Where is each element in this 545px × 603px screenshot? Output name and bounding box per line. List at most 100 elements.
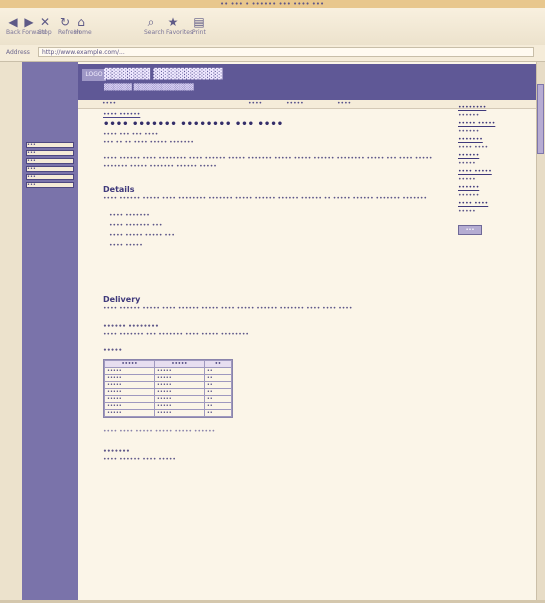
refresh-icon[interactable]: ↻ <box>58 15 72 29</box>
table-cell: •• <box>203 374 233 382</box>
favorites-label: Favorites <box>166 29 194 36</box>
meta-line-2: ••• •• •• •••• ••••• ••••••• <box>103 139 194 146</box>
meta-line-1: •••• ••• ••• •••• <box>103 131 159 138</box>
sidebar-button[interactable]: ••• <box>458 225 482 235</box>
footnote: •••• •••• ••••• ••••• ••••• •••••• <box>103 428 216 435</box>
subsection-paragraph: •••• ••••••• ••• ••••••• •••• ••••• ••••… <box>103 331 249 338</box>
nav-item-4[interactable]: ••• <box>26 166 74 172</box>
list-item: •••• ••••• <box>109 242 143 249</box>
table-cell: ••••• <box>104 402 155 410</box>
nav-item-6[interactable]: ••• <box>26 182 74 188</box>
nav-item-2[interactable]: ••• <box>26 150 74 156</box>
sidebar-item-3[interactable]: ••••• ••••• <box>458 120 540 128</box>
tab-2[interactable]: •••• <box>248 100 262 108</box>
table-cell: ••••• <box>153 381 205 389</box>
list-item: •••• ••••• ••••• ••• <box>109 232 175 239</box>
site-subtitle: ▓▓▓▓▓▓ ▓▓▓▓▓▓▓▓▓▓▓▓▓ <box>104 84 194 91</box>
data-table: ••••• ••••• •• ••••• ••••• •• ••••• ••••… <box>103 359 233 418</box>
table-cell: ••••• <box>153 374 205 382</box>
details-paragraph: •••• •••••• ••••• •••• •••••••• ••••••• … <box>103 195 427 202</box>
home-icon[interactable]: ⌂ <box>74 15 88 29</box>
sidebar-item-1[interactable]: •••••••• <box>458 104 540 112</box>
tab-4[interactable]: •••• <box>337 100 351 108</box>
table-row: ••••• ••••• •• <box>104 395 233 403</box>
section-paragraph: •••• •••••• ••••• •••• •••••• ••••• ••••… <box>103 305 353 312</box>
table-row: ••••• ••••• •• <box>104 402 233 410</box>
list-item: •••• ••••••• ••• <box>109 222 163 229</box>
table-header: •• <box>203 360 233 368</box>
table-cell: •• <box>203 381 233 389</box>
main-column: •••• •••••• •••• ••••••• •••••••• ••• ••… <box>103 111 439 464</box>
sidebar-item-9[interactable]: •••• ••••• <box>458 168 540 176</box>
favorites-icon[interactable]: ★ <box>166 15 180 29</box>
table-cell: ••••• <box>104 388 155 396</box>
subsection-heading: •••••• •••••••• <box>103 323 159 330</box>
sidebar-item-10: ••••• <box>458 176 476 183</box>
table-cell: ••••• <box>153 409 205 417</box>
print-icon[interactable]: ▤ <box>192 15 206 29</box>
site-title: ▓▓▓▓▓▓ ▓▓▓▓▓▓▓▓▓ <box>104 69 223 80</box>
scrollbar-thumb[interactable] <box>537 84 544 154</box>
table-cell: •• <box>203 409 233 417</box>
stop-icon[interactable]: ✕ <box>38 15 52 29</box>
intro-paragraph: •••• •••••• •••• •••••••• •••• •••••• ••… <box>103 155 433 170</box>
sidebar-item-4: •••••• <box>458 128 480 135</box>
stop-label: Stop <box>38 29 52 36</box>
section-heading: Delivery <box>103 295 141 304</box>
site-logo[interactable]: LOGO <box>82 69 106 81</box>
tab-3[interactable]: ••••• <box>286 100 304 108</box>
search-icon[interactable]: ⌕ <box>144 15 158 29</box>
table-cell: ••••• <box>104 381 155 389</box>
sidebar-item-2: •••••• <box>458 112 480 119</box>
forward-icon[interactable]: ▶ <box>22 15 36 29</box>
table-heading: ••••• <box>103 347 123 354</box>
sidebar-item-14: ••••• <box>458 208 476 215</box>
breadcrumb[interactable]: •••• •••••• <box>103 111 439 119</box>
back-icon[interactable]: ◀ <box>6 15 20 29</box>
window-title: •• ••• • •••••• ••• •••• ••• <box>220 0 325 8</box>
address-input[interactable]: http://www.example.com/... <box>38 47 534 57</box>
table-cell: ••••• <box>104 409 155 417</box>
table-cell: ••••• <box>153 388 205 396</box>
print-label: Print <box>192 29 206 36</box>
sidebar-item-5[interactable]: ••••••• <box>458 136 540 144</box>
footer-text: •••• •••••• •••• ••••• <box>103 456 176 463</box>
footer-heading: ••••••• <box>103 448 130 455</box>
table-cell: ••••• <box>153 395 205 403</box>
table-cell: ••••• <box>153 367 205 375</box>
table-cell: •• <box>203 388 233 396</box>
search-label: Search <box>144 29 165 36</box>
home-label: Home <box>74 29 92 36</box>
details-heading: Details <box>103 185 135 194</box>
left-navigation: ••• ••• ••• ••• ••• ••• <box>22 62 78 603</box>
list-item: •••• ••••••• <box>109 212 150 219</box>
right-sidebar: •••••••• •••••• ••••• ••••• •••••• •••••… <box>458 104 540 235</box>
sidebar-item-8: ••••• <box>458 160 476 167</box>
table-cell: ••••• <box>153 402 205 410</box>
nav-item-5[interactable]: ••• <box>26 174 74 180</box>
nav-item-1[interactable]: ••• <box>26 142 74 148</box>
browser-side-rail <box>0 62 23 603</box>
table-cell: ••••• <box>104 395 155 403</box>
details-list: •••• ••••••• •••• ••••••• ••• •••• •••••… <box>103 211 439 251</box>
nav-item-3[interactable]: ••• <box>26 158 74 164</box>
back-label: Back <box>6 29 21 36</box>
sidebar-item-12: •••••• <box>458 192 480 199</box>
sidebar-item-7[interactable]: •••••• <box>458 152 540 160</box>
table-header: ••••• <box>153 360 205 368</box>
tab-1[interactable]: •••• <box>102 100 116 108</box>
table-row: ••••• ••••• •• <box>104 381 233 389</box>
address-label: Address <box>6 49 30 56</box>
table-cell: ••••• <box>104 367 155 375</box>
table-row: ••••• ••••• •• <box>104 388 233 396</box>
table-header: ••••• <box>104 360 155 368</box>
table-cell: •• <box>203 402 233 410</box>
sidebar-item-13[interactable]: •••• •••• <box>458 200 540 208</box>
page-title: •••• ••••••• •••••••• ••• •••• <box>103 119 284 130</box>
sidebar-item-11[interactable]: •••••• <box>458 184 540 192</box>
table-row: ••••• ••••• •• <box>104 367 233 375</box>
table-row: ••••• ••••• •• <box>104 409 233 417</box>
table-cell: •• <box>203 367 233 375</box>
table-row: ••••• ••••• •• <box>104 374 233 382</box>
sidebar-item-6: •••• •••• <box>458 144 489 151</box>
